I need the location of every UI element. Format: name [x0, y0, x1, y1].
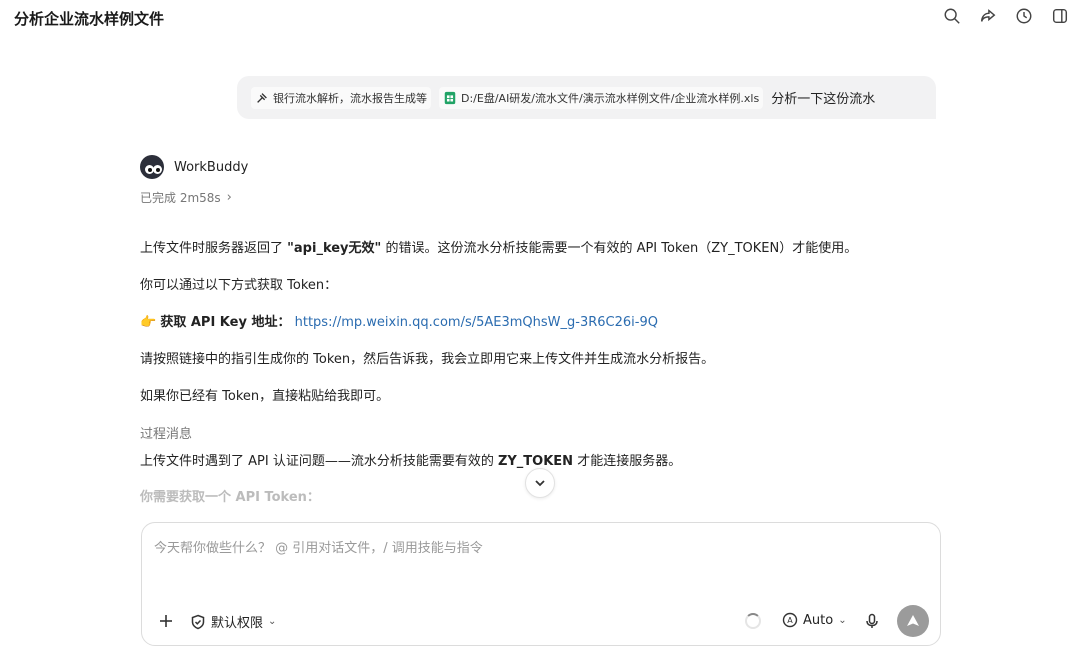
- process-messages-label[interactable]: 过程消息: [140, 426, 192, 444]
- send-button[interactable]: [897, 605, 929, 637]
- message-input[interactable]: [154, 537, 924, 597]
- top-toolbar: [942, 6, 1070, 26]
- chevron-right-icon: ›: [226, 190, 232, 205]
- user-message-text: 分析一下这份流水: [771, 92, 876, 107]
- completion-status[interactable]: 已完成 2m58s ›: [140, 189, 940, 206]
- text-segment: 上传文件时遇到了 API 认证问题——流水分析技能需要有效的: [140, 454, 498, 469]
- svg-text:A: A: [787, 616, 793, 625]
- api-key-link[interactable]: https://mp.weixin.qq.com/s/5AE3mQhsW_g-3…: [295, 315, 658, 330]
- microphone-icon: [866, 613, 878, 628]
- assistant-paragraph: 👉 获取 API Key 地址： https://mp.weixin.qq.co…: [140, 314, 658, 332]
- skill-icon: [257, 92, 267, 103]
- process-paragraph: 上传文件时遇到了 API 认证问题——流水分析技能需要有效的 ZY_TOKEN …: [140, 453, 681, 471]
- loading-spinner-icon: [745, 613, 761, 629]
- assistant-paragraph: 你可以通过以下方式获取 Token：: [140, 278, 338, 293]
- scroll-to-bottom-button[interactable]: [525, 468, 555, 498]
- history-button[interactable]: [1014, 6, 1034, 26]
- skill-chip[interactable]: 银行流水解析，流水报告生成等: [251, 86, 431, 109]
- shield-check-icon: [191, 614, 205, 629]
- plus-icon: [160, 615, 172, 627]
- top-bar: 分析企业流水样例文件: [0, 0, 1074, 36]
- share-icon: [980, 9, 996, 22]
- model-icon: A: [782, 612, 798, 628]
- assistant-message-header: WorkBuddy 已完成 2m58s ›: [140, 155, 940, 206]
- avatar-eye-icon: [153, 165, 162, 174]
- model-label: Auto: [803, 612, 834, 628]
- avatar: [140, 155, 164, 179]
- completion-status-text: 已完成 2m58s: [140, 191, 221, 205]
- panel-toggle-button[interactable]: [1050, 6, 1070, 26]
- token-name-text: ZY_TOKEN: [497, 454, 574, 469]
- chevron-down-icon: ⌄: [838, 614, 847, 626]
- error-text: "api_key无效": [287, 241, 382, 256]
- chevron-down-icon: [535, 480, 545, 487]
- model-selector[interactable]: A Auto ⌄: [782, 612, 847, 628]
- text-segment: 上传文件时服务器返回了: [140, 241, 288, 256]
- file-chip-label: D:/E盘/AI研发/流水文件/演示流水样例文件/企业流水样例.xls: [461, 91, 760, 105]
- assistant-paragraph: 请按照链接中的指引生成你的 Token，然后告诉我，我会立即用它来上传文件并生成…: [140, 352, 715, 367]
- share-button[interactable]: [978, 6, 998, 26]
- file-chip[interactable]: D:/E盘/AI研发/流水文件/演示流水样例文件/企业流水样例.xls: [439, 86, 764, 109]
- search-button[interactable]: [942, 6, 962, 26]
- user-message: 银行流水解析，流水报告生成等 D:/E盘/AI研发/流水文件/演示流水样例文件/…: [237, 76, 936, 119]
- permission-label: 默认权限: [211, 616, 264, 631]
- pointing-hand-icon: 👉: [140, 315, 157, 330]
- text-segment: 才能连接服务器。: [573, 454, 682, 469]
- text-segment: 的错误。这份流水分析技能需要一个有效的 API Token（ZY_TOKEN）才…: [381, 241, 858, 256]
- skill-chip-label: 银行流水解析，流水报告生成等: [273, 91, 427, 105]
- permission-dropdown[interactable]: 默认权限 ⌄: [190, 612, 276, 631]
- sidebar-panel-icon: [1052, 8, 1068, 24]
- voice-input-button[interactable]: [863, 612, 881, 630]
- search-icon: [944, 8, 960, 24]
- process-paragraph: 你需要获取一个 API Token：: [140, 490, 320, 505]
- assistant-name: WorkBuddy: [174, 159, 249, 175]
- api-key-label: 获取 API Key 地址：: [160, 315, 291, 330]
- send-arrow-icon: [907, 615, 919, 626]
- chevron-down-icon: ⌄: [268, 616, 277, 627]
- spreadsheet-file-icon: [444, 91, 456, 104]
- message-composer: 默认权限 ⌄ A Auto ⌄: [141, 522, 941, 646]
- page-title: 分析企业流水样例文件: [14, 10, 165, 28]
- assistant-paragraph: 如果你已经有 Token，直接粘贴给我即可。: [140, 389, 390, 404]
- assistant-paragraph: 上传文件时服务器返回了 "api_key无效" 的错误。这份流水分析技能需要一个…: [140, 240, 857, 258]
- add-attachment-button[interactable]: [156, 611, 176, 631]
- clock-icon: [1016, 8, 1032, 24]
